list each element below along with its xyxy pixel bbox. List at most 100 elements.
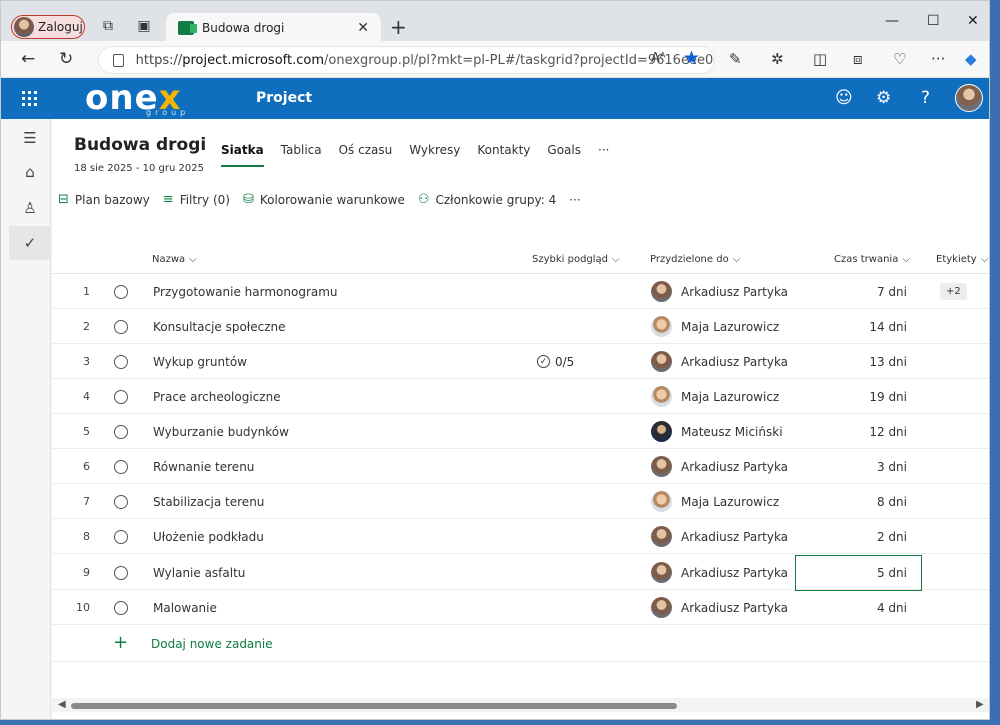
tab-board[interactable]: Tablica [281, 143, 322, 165]
duration-cell[interactable]: 4 dni [812, 590, 907, 625]
complete-task-circle-icon[interactable] [114, 414, 128, 449]
tab-grid[interactable]: Siatka [221, 143, 264, 167]
favorite-star-icon[interactable]: ★ [683, 47, 700, 69]
maximize-icon[interactable]: ☐ [927, 13, 940, 29]
tab-contacts[interactable]: Kontakty [477, 143, 530, 165]
complete-task-circle-icon[interactable] [114, 379, 128, 414]
menu-hamburger-icon[interactable]: ☰ [9, 121, 51, 155]
scroll-left-icon[interactable]: ◀ [58, 699, 66, 710]
assignee[interactable]: Arkadiusz Partyka [651, 519, 788, 554]
minimize-icon[interactable]: — [885, 13, 899, 29]
home-icon[interactable]: ⌂ [9, 155, 51, 189]
labels-cell[interactable]: +2 [940, 274, 967, 309]
table-row[interactable]: 4 Prace archeologiczne Maja Lazurowicz 1… [52, 379, 989, 414]
group-members-button[interactable]: ⚇ Członkowie grupy: 4 [418, 192, 556, 207]
column-header-name[interactable]: Nazwa ⌵ [152, 245, 197, 273]
window-close-icon[interactable]: ✕ [967, 13, 979, 29]
column-header-assigned[interactable]: Przydzielone do ⌵ [650, 245, 740, 273]
profile-button[interactable]: Zaloguj [11, 15, 85, 39]
user-avatar[interactable] [955, 84, 983, 112]
tasks-check-icon[interactable]: ✓ [9, 226, 51, 260]
assignee[interactable]: Arkadiusz Partyka [651, 274, 788, 309]
baseline-button[interactable]: ⊟ Plan bazowy [58, 192, 150, 207]
complete-task-circle-icon[interactable] [114, 449, 128, 484]
tab-actions-icon[interactable]: ▣ [135, 17, 153, 35]
column-header-labels[interactable]: Etykiety ⌵ [936, 245, 988, 273]
collections-icon[interactable]: ⧈ [853, 50, 863, 68]
task-name[interactable]: Stabilizacja terenu [153, 484, 264, 519]
assignee[interactable]: Arkadiusz Partyka [651, 344, 788, 379]
column-header-quick-view[interactable]: Szybki podgląd ⌵ [532, 245, 620, 273]
task-name[interactable]: Konsultacje społeczne [153, 309, 286, 344]
assignee[interactable]: Maja Lazurowicz [651, 484, 779, 519]
assignee[interactable]: Maja Lazurowicz [651, 309, 779, 344]
duration-cell[interactable]: 3 dni [812, 449, 907, 484]
table-row[interactable]: 5 Wyburzanie budynków Mateusz Miciński 1… [52, 414, 989, 449]
duration-cell[interactable]: 19 dni [812, 379, 907, 414]
split-screen-icon[interactable]: ◫ [813, 50, 827, 68]
assignee[interactable]: Arkadiusz Partyka [651, 590, 788, 625]
tab-charts[interactable]: Wykresy [409, 143, 460, 165]
table-row[interactable]: 3 Wykup gruntów ✓ 0/5 Arkadiusz Partyka 1… [52, 344, 989, 379]
tab-timeline[interactable]: Oś czasu [339, 143, 393, 165]
browser-essentials-icon[interactable]: ♡ [893, 50, 906, 68]
column-header-duration[interactable]: Czas trwania ⌵ [834, 245, 910, 273]
assignee[interactable]: Arkadiusz Partyka [651, 555, 788, 590]
duration-cell[interactable]: 7 dni [812, 274, 907, 309]
browser-tab-active[interactable]: Budowa drogi ✕ [166, 13, 381, 42]
assignee[interactable]: Mateusz Miciński [651, 414, 783, 449]
tab-goals[interactable]: Goals [547, 143, 581, 165]
task-name[interactable]: Malowanie [153, 590, 217, 625]
table-row[interactable]: 7 Stabilizacja terenu Maja Lazurowicz 8 … [52, 484, 989, 519]
filters-button[interactable]: ≡ Filtry (0) [163, 192, 230, 207]
app-name[interactable]: Project [256, 90, 312, 106]
scroll-right-icon[interactable]: ▶ [976, 699, 984, 710]
person-icon[interactable]: ♙ [9, 191, 51, 225]
complete-task-circle-icon[interactable] [114, 309, 128, 344]
complete-task-circle-icon[interactable] [114, 519, 128, 554]
help-icon[interactable]: ? [921, 88, 930, 108]
task-name[interactable]: Wyburzanie budynków [153, 414, 289, 449]
duration-cell[interactable]: 8 dni [812, 484, 907, 519]
complete-task-circle-icon[interactable] [114, 344, 128, 379]
extensions-puzzle-icon[interactable]: ✲ [771, 50, 784, 68]
more-options-icon[interactable]: ··· [931, 50, 945, 68]
new-tab-icon[interactable]: + [390, 15, 407, 39]
conditional-coloring-button[interactable]: ⛁ Kolorowanie warunkowe [243, 192, 405, 207]
task-name[interactable]: Wylanie asfaltu [153, 555, 245, 590]
table-row[interactable]: 2 Konsultacje społeczne Maja Lazurowicz … [52, 309, 989, 344]
feedback-smiley-icon[interactable]: ☺ [835, 88, 853, 108]
toolbar-more-icon[interactable]: ··· [569, 193, 580, 207]
settings-gear-icon[interactable]: ⚙ [876, 88, 891, 108]
task-name[interactable]: Równanie terenu [153, 449, 254, 484]
back-icon[interactable]: ← [21, 49, 35, 69]
complete-task-circle-icon[interactable] [114, 274, 128, 309]
duration-cell[interactable]: 2 dni [812, 519, 907, 554]
quick-view-checklist[interactable]: ✓ 0/5 [537, 344, 574, 379]
extension-pen-icon[interactable]: ✎ [729, 50, 742, 68]
horizontal-scrollbar[interactable]: ◀ ▶ [52, 698, 989, 712]
add-task-row[interactable]: + Dodaj nowe zadanie [52, 626, 989, 662]
table-row[interactable]: 10 Malowanie Arkadiusz Partyka 4 dni [52, 590, 989, 625]
address-bar[interactable]: https://project.microsoft.com/onexgroup.… [98, 46, 715, 74]
scrollbar-thumb[interactable] [71, 703, 677, 709]
table-row[interactable]: 1 Przygotowanie harmonogramu Arkadiusz P… [52, 274, 989, 309]
task-name[interactable]: Prace archeologiczne [153, 379, 281, 414]
duration-cell[interactable]: 13 dni [812, 344, 907, 379]
task-name[interactable]: Przygotowanie harmonogramu [153, 274, 338, 309]
complete-task-circle-icon[interactable] [114, 590, 128, 625]
tab-close-icon[interactable]: ✕ [357, 20, 369, 36]
read-aloud-icon[interactable]: Aᴬ [651, 51, 666, 66]
complete-task-circle-icon[interactable] [114, 484, 128, 519]
assignee[interactable]: Maja Lazurowicz [651, 379, 779, 414]
complete-task-circle-icon[interactable] [114, 555, 128, 590]
task-name[interactable]: Wykup gruntów [153, 344, 247, 379]
task-name[interactable]: Ułożenie podkładu [153, 519, 264, 554]
refresh-icon[interactable]: ↻ [59, 49, 73, 69]
table-row[interactable]: 8 Ułożenie podkładu Arkadiusz Partyka 2 … [52, 519, 989, 554]
duration-cell[interactable]: 14 dni [812, 309, 907, 344]
workspaces-icon[interactable]: ⧉ [99, 17, 117, 35]
copilot-icon[interactable]: ◆ [965, 50, 977, 68]
duration-cell[interactable]: 12 dni [812, 414, 907, 449]
table-row[interactable]: 6 Równanie terenu Arkadiusz Partyka 3 dn… [52, 449, 989, 484]
